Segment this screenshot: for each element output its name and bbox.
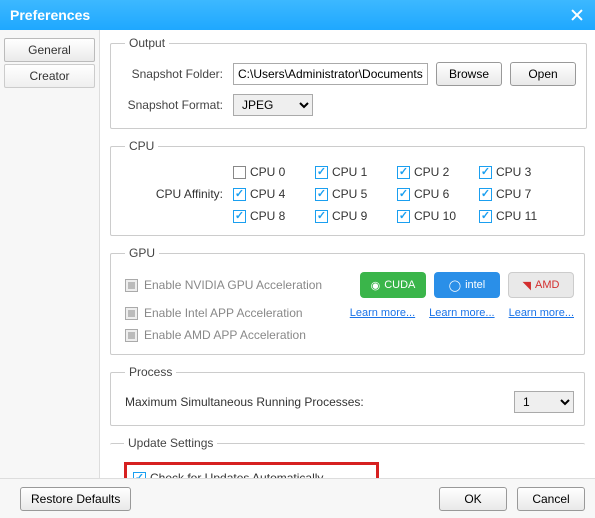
tab-creator[interactable]: Creator xyxy=(4,64,95,88)
group-update: Update Settings Check for Updates Automa… xyxy=(110,436,585,478)
cpu-affinity-label: CPU Affinity: xyxy=(125,187,233,201)
intel-label: Enable Intel APP Acceleration xyxy=(144,306,303,320)
cpu3-checkbox[interactable]: CPU 3 xyxy=(479,165,561,179)
cpu8-checkbox[interactable]: CPU 8 xyxy=(233,209,315,223)
group-cpu: CPU CPU 0 CPU 1 CPU 2 CPU 3 CPU Affinity… xyxy=(110,139,585,236)
cpu5-checkbox[interactable]: CPU 5 xyxy=(315,187,397,201)
ok-button[interactable]: OK xyxy=(439,487,507,511)
cpu7-checkbox[interactable]: CPU 7 xyxy=(479,187,561,201)
snapshot-folder-label: Snapshot Folder: xyxy=(125,67,233,81)
browse-button[interactable]: Browse xyxy=(436,62,502,86)
amd-button[interactable]: ◥AMD xyxy=(508,272,574,298)
check-updates-checkbox[interactable]: Check for Updates Automatically. xyxy=(133,471,326,478)
close-icon[interactable] xyxy=(569,7,585,23)
intel-button[interactable]: ◯intel xyxy=(434,272,500,298)
content: Output Snapshot Folder: Browse Open Snap… xyxy=(100,30,595,478)
snapshot-format-select[interactable]: JPEG xyxy=(233,94,313,116)
cuda-icon: ◉ xyxy=(371,279,381,292)
intel-icon: ◯ xyxy=(449,279,461,292)
legend-cpu: CPU xyxy=(125,139,158,153)
tab-general[interactable]: General xyxy=(4,38,95,62)
highlight-box: Check for Updates Automatically. xyxy=(124,462,379,478)
amd-checkbox xyxy=(125,329,138,342)
group-output: Output Snapshot Folder: Browse Open Snap… xyxy=(110,36,587,129)
cuda-button[interactable]: ◉CUDA xyxy=(360,272,426,298)
restore-defaults-button[interactable]: Restore Defaults xyxy=(20,487,131,511)
cpu9-checkbox[interactable]: CPU 9 xyxy=(315,209,397,223)
window-title: Preferences xyxy=(10,7,90,23)
snapshot-folder-input[interactable] xyxy=(233,63,428,85)
learn-cuda-link[interactable]: Learn more... xyxy=(350,307,415,319)
sidebar: General Creator xyxy=(0,30,100,478)
legend-gpu: GPU xyxy=(125,246,159,260)
intel-checkbox xyxy=(125,307,138,320)
snapshot-format-label: Snapshot Format: xyxy=(125,98,233,112)
learn-intel-link[interactable]: Learn more... xyxy=(429,307,494,319)
nvidia-label: Enable NVIDIA GPU Acceleration xyxy=(144,278,322,292)
cpu10-checkbox[interactable]: CPU 10 xyxy=(397,209,479,223)
cpu1-checkbox[interactable]: CPU 1 xyxy=(315,165,397,179)
max-processes-select[interactable]: 1 xyxy=(514,391,574,413)
cancel-button[interactable]: Cancel xyxy=(517,487,585,511)
nvidia-checkbox xyxy=(125,279,138,292)
cpu6-checkbox[interactable]: CPU 6 xyxy=(397,187,479,201)
cpu2-checkbox[interactable]: CPU 2 xyxy=(397,165,479,179)
titlebar: Preferences xyxy=(0,0,595,30)
amd-label: Enable AMD APP Acceleration xyxy=(144,328,306,342)
legend-process: Process xyxy=(125,365,176,379)
legend-output: Output xyxy=(125,36,169,50)
max-processes-label: Maximum Simultaneous Running Processes: xyxy=(125,395,364,409)
learn-amd-link[interactable]: Learn more... xyxy=(509,307,574,319)
cpu0-checkbox[interactable]: CPU 0 xyxy=(233,165,315,179)
open-button[interactable]: Open xyxy=(510,62,576,86)
group-gpu: GPU Enable NVIDIA GPU Acceleration ◉CUDA… xyxy=(110,246,585,355)
check-updates-label: Check for Updates Automatically. xyxy=(150,471,326,478)
group-process: Process Maximum Simultaneous Running Pro… xyxy=(110,365,585,426)
amd-icon: ◥ xyxy=(523,279,531,292)
footer: Restore Defaults OK Cancel xyxy=(0,478,595,518)
cpu4-checkbox[interactable]: CPU 4 xyxy=(233,187,315,201)
cpu11-checkbox[interactable]: CPU 11 xyxy=(479,209,561,223)
legend-update: Update Settings xyxy=(124,436,217,450)
